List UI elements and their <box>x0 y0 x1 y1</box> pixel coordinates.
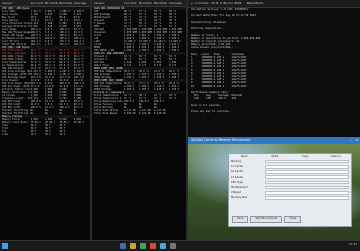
aida-titlebar: AIDA64 Cache & Memory Benchmark – × <box>188 137 360 144</box>
benchmark-row-label: Motherboard <box>231 186 248 190</box>
benchmark-value-field <box>265 159 349 164</box>
sensor-row[interactable]: Total Host Reads 6,120 GB 6,120 GB 6,120 GB <box>92 112 186 115</box>
benchmark-row: Memory Bus <box>229 195 351 200</box>
sensor-list: ASUS ROG CROSSHAIR X670ECPU90 °C37 °C95 … <box>92 7 186 115</box>
hwinfo-sensor-pane-left: Sensor Current Minimum Maximum Average C… <box>0 0 90 240</box>
start-benchmark-button[interactable]: Start Benchmark <box>250 216 283 223</box>
column-sensor[interactable]: Sensor <box>0 0 31 6</box>
benchmark-row-label: CPU Type <box>231 180 244 184</box>
sensor-maximum: 76 T <box>59 133 66 136</box>
benchmark-row-label: Chipset <box>231 191 241 195</box>
column-maximum[interactable]: Maximum <box>154 0 169 6</box>
browser-icon[interactable] <box>140 243 146 249</box>
benchmark-panel: Read Write Copy Latency Memory L1 Cache L2… <box>228 153 352 227</box>
column-minimum[interactable]: Minimum <box>139 0 154 6</box>
benchmark-row-label: L2 Cache <box>231 170 243 174</box>
console-line: Press any key to continue... <box>191 110 234 113</box>
benchmark-row-label: L3 Cache <box>231 175 243 179</box>
console-title: y-cruncher v0.8.2 Build 9524 - Benchmark <box>188 0 360 8</box>
benchmark-value-field <box>265 164 349 169</box>
sensor-current: 6,120 GB <box>123 112 136 115</box>
benchmark-value-field <box>265 180 349 185</box>
aida-title: AIDA64 Cache & Memory Benchmark <box>191 138 251 142</box>
benchmark-value-field <box>265 190 349 195</box>
sensor-average <box>74 133 90 136</box>
sensor-list: CPU [#0]: AMD Ryzen 9 7950XCore VIDs1.21… <box>0 7 90 136</box>
benchmark-row-label: Memory Bus <box>231 196 248 200</box>
sensor-average <box>169 112 186 115</box>
windows-start-icon[interactable] <box>2 243 8 249</box>
aida64-window: AIDA64 Cache & Memory Benchmark – × Read… <box>188 137 360 240</box>
taskbar: 17:11 <box>0 240 360 251</box>
column-maximum[interactable]: Maximum <box>59 0 73 6</box>
folder-icon[interactable] <box>130 243 136 249</box>
benchmark-value-field <box>265 170 349 174</box>
sensor-maximum: 6,120 GB <box>154 112 166 115</box>
column-average[interactable]: Average <box>74 0 90 6</box>
close-icon[interactable]: × <box>354 137 360 144</box>
window-buttons: – × <box>348 137 360 144</box>
system-clock[interactable]: 17:11 <box>349 242 357 246</box>
sensor-current: 76 T <box>30 133 37 136</box>
hwinfo-icon[interactable] <box>150 243 156 249</box>
console-window: y-cruncher v0.8.2 Build 9524 - Benchmark… <box>188 0 360 136</box>
button-bar: Save Start Benchmark Close <box>232 216 302 223</box>
clock-time: 17:11 <box>348 242 357 246</box>
aida64-icon[interactable] <box>160 243 166 249</box>
benchmark-value-field <box>265 196 349 200</box>
sensor-minimum: 76 T <box>44 133 51 136</box>
column-average[interactable]: Average <box>169 0 186 6</box>
benchmark-row-label: L1 Cache <box>231 165 243 169</box>
tab-read: Read <box>240 155 248 158</box>
column-sensor[interactable]: Sensor <box>92 0 124 6</box>
console-output: Validation Version: 1.0 (SW: 20190604) Cu… <box>188 8 360 113</box>
result-header: Read Write Copy Latency <box>229 154 351 159</box>
sensor-minimum: 6,120 GB <box>138 112 151 115</box>
column-current[interactable]: Current <box>31 0 45 6</box>
tab-copy: Copy <box>301 155 309 158</box>
hwinfo-sensor-pane-right: Sensor Current Minimum Maximum Average A… <box>92 0 186 240</box>
save-button[interactable]: Save <box>232 216 249 223</box>
column-header: Sensor Current Minimum Maximum Average <box>0 0 90 7</box>
result-rows: Memory L1 Cache L2 Cache L3 Cache CPU Type Mo… <box>229 159 351 201</box>
tab-write: Write <box>271 155 279 158</box>
close-button[interactable]: Close <box>284 216 302 223</box>
terminal-icon[interactable] <box>170 243 176 249</box>
column-minimum[interactable]: Minimum <box>45 0 59 6</box>
tab-latency: Latency <box>330 155 341 158</box>
benchmark-row-label: Memory <box>231 160 242 164</box>
sensor-name: Tras <box>2 133 8 136</box>
benchmark-value-field <box>265 175 349 179</box>
column-current[interactable]: Current <box>124 0 139 6</box>
sensor-row[interactable]: Tras 76 T 76 T 76 T <box>0 133 90 136</box>
benchmark-value-field <box>265 185 349 190</box>
column-header: Sensor Current Minimum Maximum Average <box>92 0 186 7</box>
search-icon[interactable] <box>120 243 126 249</box>
sensor-name: Total Host Reads <box>94 112 118 115</box>
